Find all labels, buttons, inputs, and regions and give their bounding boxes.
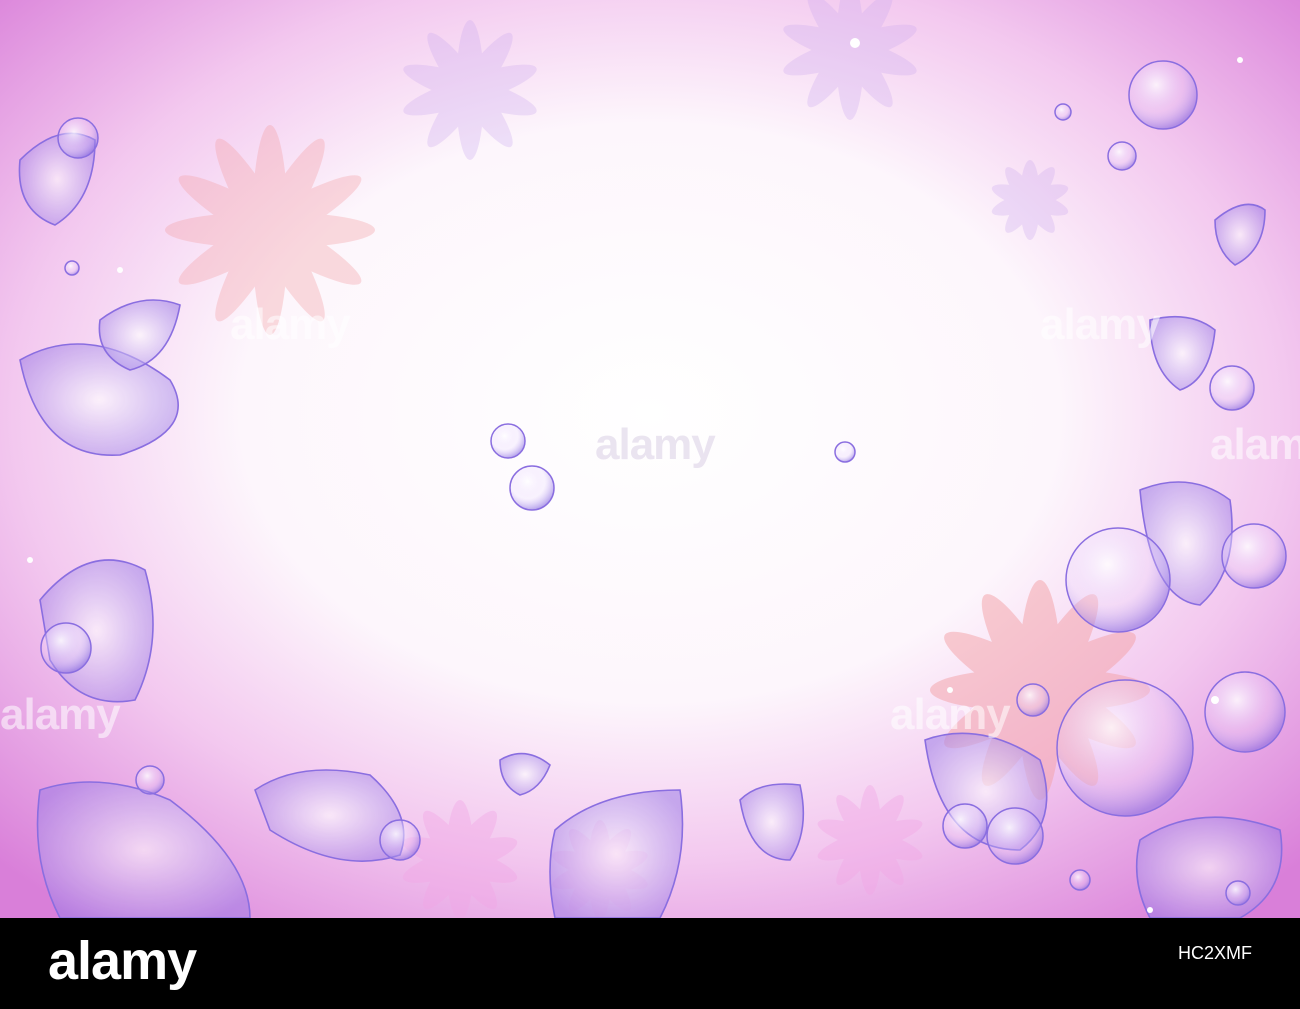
image-id-block: HC2XMF <box>1178 942 1252 965</box>
watermark-text: alamy <box>595 420 716 469</box>
footer-bar: alamy HC2XMF <box>0 918 1300 1009</box>
stock-photo: alamy alamy alamy alamy alamy alamy alam… <box>0 0 1300 1009</box>
watermark-text: alamy <box>1210 420 1300 469</box>
alamy-logo: alamy <box>48 931 197 991</box>
watermark-text: alamy <box>1040 300 1161 349</box>
watermark-text: alamy <box>230 300 351 349</box>
watermark-text: alamy <box>0 690 121 739</box>
floral-bubble-background: alamy alamy alamy alamy alamy alamy <box>0 0 1300 918</box>
image-id: HC2XMF <box>1177 943 1252 963</box>
watermark-text: alamy <box>890 690 1011 739</box>
